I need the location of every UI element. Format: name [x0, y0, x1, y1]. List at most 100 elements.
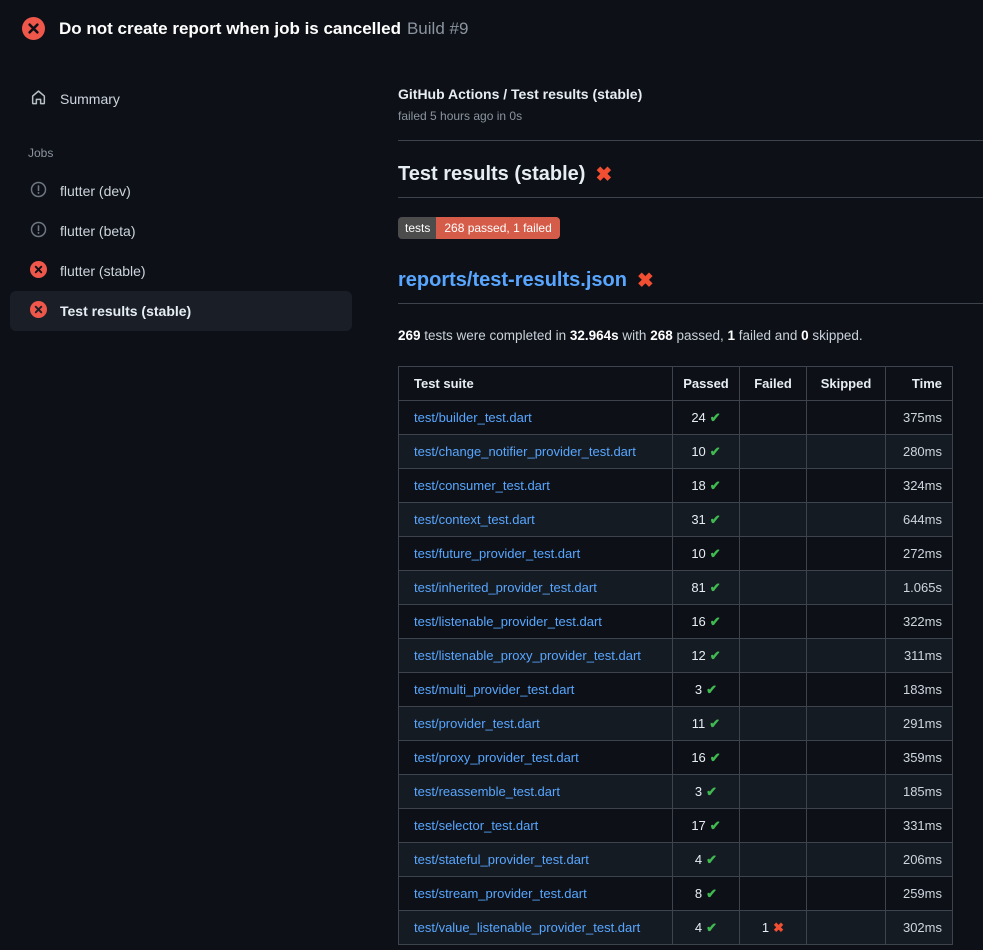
table-header-row: Test suite Passed Failed Skipped Time — [399, 367, 953, 401]
x-circle-fill-icon — [30, 301, 47, 321]
sidebar-item-test-results-stable[interactable]: Test results (stable) — [10, 291, 352, 331]
suite-link[interactable]: test/provider_test.dart — [414, 716, 540, 731]
summary-text: failed and — [735, 328, 801, 343]
suite-cell: test/builder_test.dart — [399, 401, 673, 435]
suite-link[interactable]: test/change_notifier_provider_test.dart — [414, 444, 636, 459]
section-title: Test results (stable) — [398, 163, 585, 186]
failed-cell — [740, 435, 807, 469]
passed-cell: 81✔ — [673, 571, 740, 605]
suite-cell: test/value_listenable_provider_test.dart — [399, 911, 673, 945]
check-icon: ✔ — [710, 580, 721, 595]
time-cell: 302ms — [886, 911, 953, 945]
passed-cell: 18✔ — [673, 469, 740, 503]
suite-link[interactable]: test/multi_provider_test.dart — [414, 682, 574, 697]
failed-x-icon: ✖ — [595, 165, 612, 185]
section-heading: Test results (stable) ✖ — [398, 163, 983, 198]
skipped-cell — [807, 639, 886, 673]
passed-cell: 4✔ — [673, 843, 740, 877]
divider — [398, 140, 983, 141]
skipped-count: 0 — [801, 328, 809, 343]
suite-cell: test/change_notifier_provider_test.dart — [399, 435, 673, 469]
skipped-cell — [807, 707, 886, 741]
skipped-cell — [807, 741, 886, 775]
check-icon: ✔ — [706, 920, 717, 935]
suite-link[interactable]: test/proxy_provider_test.dart — [414, 750, 579, 765]
sidebar-item-flutter-stable[interactable]: flutter (stable) — [0, 251, 390, 291]
col-header-test-suite: Test suite — [399, 367, 673, 401]
build-number: Build #9 — [407, 19, 468, 39]
skipped-cell — [807, 877, 886, 911]
skipped-cell — [807, 809, 886, 843]
suite-link[interactable]: test/stream_provider_test.dart — [414, 886, 587, 901]
skipped-cell — [807, 673, 886, 707]
time-cell: 280ms — [886, 435, 953, 469]
badge-value: 268 passed, 1 failed — [436, 217, 559, 239]
time-cell: 331ms — [886, 809, 953, 843]
passed-cell: 31✔ — [673, 503, 740, 537]
skipped-cell — [807, 435, 886, 469]
suite-link[interactable]: test/future_provider_test.dart — [414, 546, 580, 561]
skipped-cell — [807, 843, 886, 877]
report-heading: reports/test-results.json ✖ — [398, 269, 983, 304]
failed-cell — [740, 877, 807, 911]
test-table-body: test/builder_test.dart 24✔ 375ms test/ch… — [399, 401, 953, 945]
time-cell: 375ms — [886, 401, 953, 435]
sidebar-item-summary[interactable]: Summary — [0, 79, 390, 119]
suite-link[interactable]: test/value_listenable_provider_test.dart — [414, 920, 640, 935]
failed-cell — [740, 605, 807, 639]
failed-cell — [740, 707, 807, 741]
suite-link[interactable]: test/listenable_provider_test.dart — [414, 614, 602, 629]
suite-link[interactable]: test/reassemble_test.dart — [414, 784, 560, 799]
time-cell: 359ms — [886, 741, 953, 775]
table-row: test/listenable_proxy_provider_test.dart… — [399, 639, 953, 673]
time-cell: 1.065s — [886, 571, 953, 605]
suite-link[interactable]: test/context_test.dart — [414, 512, 535, 527]
suite-cell: test/selector_test.dart — [399, 809, 673, 843]
summary-text: with — [619, 328, 651, 343]
suite-cell: test/stream_provider_test.dart — [399, 877, 673, 911]
failed-cell — [740, 809, 807, 843]
failed-cell — [740, 639, 807, 673]
skipped-cell — [807, 469, 886, 503]
passed-cell: 3✔ — [673, 673, 740, 707]
failed-cell — [740, 741, 807, 775]
table-row: test/future_provider_test.dart 10✔ 272ms — [399, 537, 953, 571]
time-cell: 311ms — [886, 639, 953, 673]
time-cell: 183ms — [886, 673, 953, 707]
failed-count: 1 — [728, 328, 736, 343]
suite-link[interactable]: test/selector_test.dart — [414, 818, 538, 833]
time-cell: 291ms — [886, 707, 953, 741]
passed-count: 268 — [650, 328, 673, 343]
time-cell: 272ms — [886, 537, 953, 571]
failed-cell: 1✖ — [740, 911, 807, 945]
summary-text: passed, — [673, 328, 728, 343]
passed-cell: 10✔ — [673, 435, 740, 469]
suite-link[interactable]: test/listenable_proxy_provider_test.dart — [414, 648, 641, 663]
check-icon: ✔ — [710, 478, 721, 493]
time-cell: 185ms — [886, 775, 953, 809]
sidebar-item-label: flutter (beta) — [60, 223, 135, 239]
suite-cell: test/provider_test.dart — [399, 707, 673, 741]
sidebar-item-label: flutter (stable) — [60, 263, 146, 279]
sidebar-item-flutter-beta[interactable]: flutter (beta) — [0, 211, 390, 251]
suite-link[interactable]: test/builder_test.dart — [414, 410, 532, 425]
sidebar-item-flutter-dev[interactable]: flutter (dev) — [0, 171, 390, 211]
passed-cell: 17✔ — [673, 809, 740, 843]
table-row: test/provider_test.dart 11✔ 291ms — [399, 707, 953, 741]
report-file-link[interactable]: reports/test-results.json — [398, 269, 627, 292]
check-icon: ✔ — [710, 546, 721, 561]
check-icon: ✔ — [706, 852, 717, 867]
skipped-cell — [807, 911, 886, 945]
alert-circle-icon — [30, 181, 47, 201]
suite-link[interactable]: test/inherited_provider_test.dart — [414, 580, 597, 595]
badge-label: tests — [398, 217, 436, 239]
status-line: failed 5 hours ago in 0s — [398, 109, 983, 123]
passed-cell: 24✔ — [673, 401, 740, 435]
table-row: test/proxy_provider_test.dart 16✔ 359ms — [399, 741, 953, 775]
check-icon: ✔ — [710, 614, 721, 629]
x-icon: ✖ — [773, 920, 784, 935]
suite-cell: test/inherited_provider_test.dart — [399, 571, 673, 605]
main-content: GitHub Actions / Test results (stable) f… — [390, 57, 983, 950]
suite-link[interactable]: test/consumer_test.dart — [414, 478, 550, 493]
suite-link[interactable]: test/stateful_provider_test.dart — [414, 852, 589, 867]
